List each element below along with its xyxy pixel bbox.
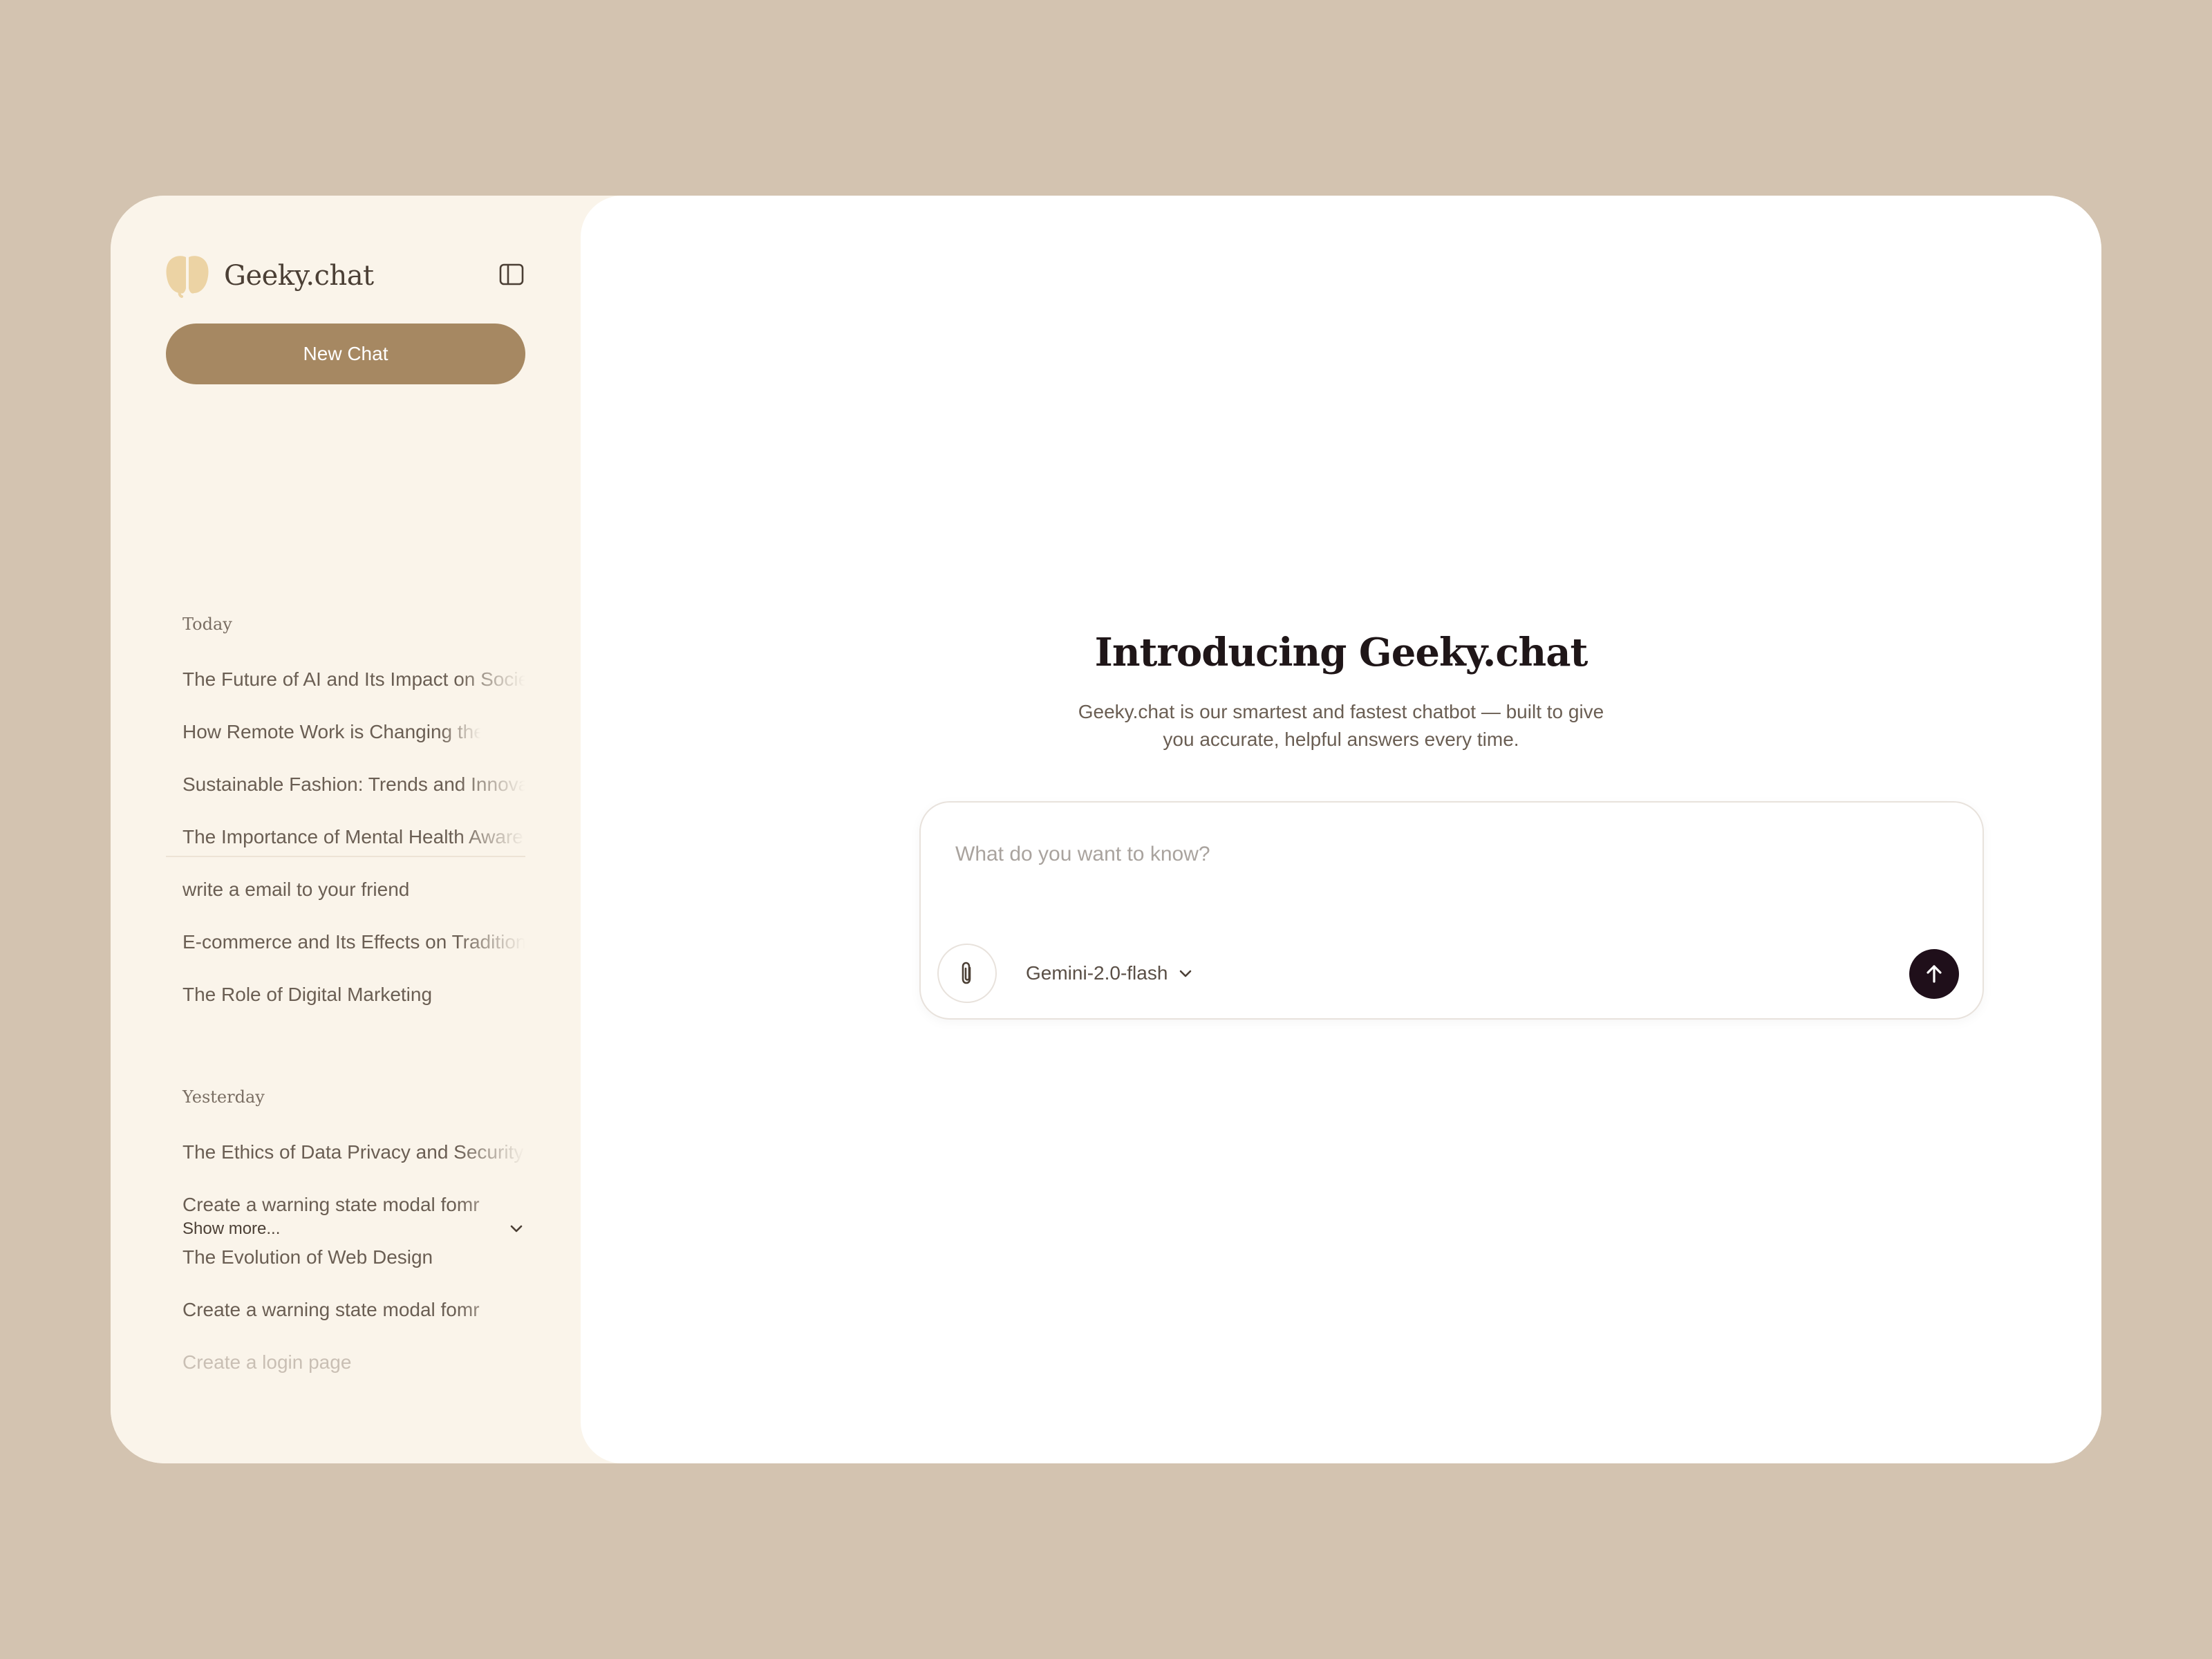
chevron-down-icon xyxy=(1180,970,1192,977)
history-item[interactable]: Create a login page xyxy=(182,1336,525,1389)
history-item[interactable]: E-commerce and Its Effects on Traditiona… xyxy=(182,916,525,968)
section-divider xyxy=(166,856,525,857)
history-list-today: The Future of AI and Its Impact on Socie… xyxy=(182,653,525,1021)
chat-composer: Gemini-2.0-flash xyxy=(919,801,1984,1020)
brand-name: Geeky.chat xyxy=(224,260,374,292)
history-item[interactable]: The Future of AI and Its Impact on Socie… xyxy=(182,653,525,706)
page-subtitle: Geeky.chat is our smartest and fastest c… xyxy=(1078,701,1604,750)
sidebar-toggle-icon xyxy=(499,263,524,285)
attach-button[interactable] xyxy=(937,944,997,1003)
section-label-yesterday: Yesterday xyxy=(182,1087,265,1107)
history-item[interactable]: Create a warning state modal fomr xyxy=(182,1284,525,1336)
section-label-today: Today xyxy=(182,615,232,634)
chevron-down-icon xyxy=(510,1225,523,1232)
model-select-value: Gemini-2.0-flash xyxy=(1026,962,1168,984)
send-button[interactable] xyxy=(1909,949,1959,999)
history-item[interactable]: Sustainable Fashion: Trends and Innovati… xyxy=(182,758,525,811)
brain-icon xyxy=(166,256,209,298)
history-item[interactable]: The Ethics of Data Privacy and Security xyxy=(182,1126,525,1179)
paperclip-icon xyxy=(962,962,971,984)
sidebar-toggle-button[interactable] xyxy=(495,258,528,291)
history-item[interactable]: The Role of Digital Marketing xyxy=(182,968,525,1021)
sidebar: Geeky.chat New Chat Today The Future of … xyxy=(111,196,594,1463)
show-more-button[interactable]: Show more... xyxy=(182,1212,525,1246)
history-item[interactable]: How Remote Work is Changing the xyxy=(182,706,525,758)
brand: Geeky.chat xyxy=(165,250,374,302)
history-list-yesterday: The Ethics of Data Privacy and Security … xyxy=(182,1126,525,1389)
arrow-up-icon xyxy=(1927,965,1942,983)
prompt-input[interactable] xyxy=(954,833,1924,876)
main-panel: Introducing Geeky.chat Geeky.chat is our… xyxy=(581,196,2101,1463)
app-window: Geeky.chat New Chat Today The Future of … xyxy=(111,196,2101,1463)
show-more-label: Show more... xyxy=(182,1219,281,1238)
page-title: Introducing Geeky.chat xyxy=(1094,630,1588,675)
model-select[interactable]: Gemini-2.0-flash xyxy=(1026,956,1194,991)
new-chat-button[interactable]: New Chat xyxy=(166,324,525,384)
history-item[interactable]: write a email to your friend xyxy=(182,863,525,916)
